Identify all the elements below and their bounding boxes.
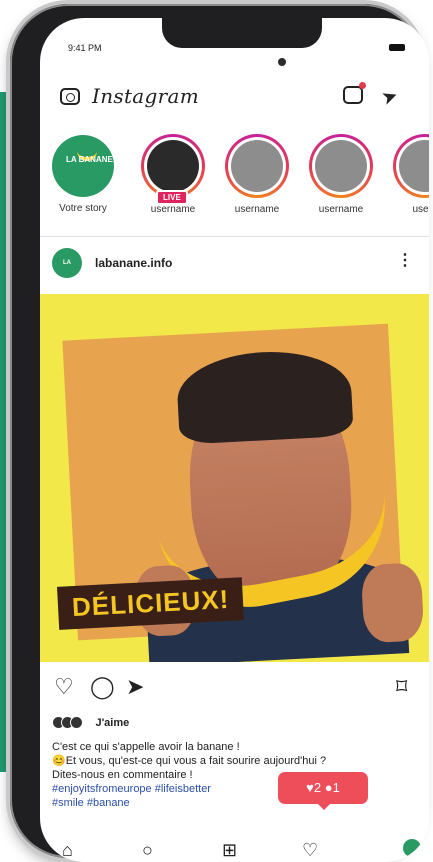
story-name: usern — [412, 204, 429, 215]
front-camera-dot — [278, 58, 286, 66]
activity-notification-bubble[interactable]: ♥2 ●1 — [278, 772, 368, 810]
story-avatar — [147, 140, 199, 192]
more-options-icon[interactable]: ⋮ — [397, 250, 413, 270]
story-ring — [309, 134, 373, 198]
post-avatar[interactable]: LA BANANE — [52, 248, 82, 296]
story-name: username — [150, 204, 196, 215]
story-avatar — [315, 140, 367, 192]
hand-right-shape — [360, 562, 425, 644]
post-username[interactable]: labanane.info — [95, 256, 172, 270]
phone-frame: 9:41 PM Instagram ➤ LA BANANE Votre stor… — [10, 4, 429, 862]
story-inner — [144, 137, 202, 195]
caption-line: 😊Et vous, qu'est-ce qui vous a fait sour… — [52, 755, 327, 767]
igtv-icon[interactable] — [343, 82, 366, 104]
post-image[interactable]: DÉLICIEUX! — [40, 294, 429, 662]
liker-avatar — [70, 716, 83, 730]
caption-line: C'est ce qui s'appelle avoir la banane ! — [52, 741, 240, 753]
activity-icon[interactable]: ♡ — [302, 840, 318, 861]
search-icon[interactable]: ○ — [142, 840, 153, 861]
divider — [40, 236, 429, 237]
comment-icon[interactable]: ◯ — [90, 674, 115, 700]
bottom-nav: ⌂ ○ ⊞ ♡ — [40, 836, 429, 862]
stories-row: LA BANANE Votre story LIVE username user… — [40, 134, 429, 230]
story-live[interactable]: LIVE username — [138, 134, 208, 215]
story-inner — [312, 137, 370, 195]
likes-text[interactable]: J'aime — [95, 717, 129, 729]
phone-screen: 9:41 PM Instagram ➤ LA BANANE Votre stor… — [40, 18, 429, 862]
heart-icon[interactable]: ♡ — [54, 674, 74, 700]
own-story-avatar: LA BANANE — [52, 135, 114, 197]
story-ring — [141, 134, 205, 198]
story-item[interactable]: username — [222, 134, 292, 215]
story-avatar — [399, 140, 429, 192]
story-avatar — [231, 140, 283, 192]
story-name: username — [318, 204, 364, 215]
home-icon[interactable]: ⌂ — [62, 840, 73, 861]
story-item[interactable]: username — [306, 134, 376, 215]
camera-icon[interactable] — [60, 88, 80, 105]
notch — [162, 18, 322, 48]
status-time: 9:41 PM — [68, 43, 102, 53]
hair-shape — [175, 347, 354, 445]
app-title: Instagram — [92, 84, 199, 108]
profile-icon[interactable] — [403, 839, 421, 857]
likes-row: J'aime — [52, 714, 129, 732]
direct-message-icon[interactable]: ➤ — [379, 84, 402, 111]
story-name: Votre story — [59, 203, 107, 214]
story-ring — [393, 134, 429, 198]
story-name: username — [234, 204, 280, 215]
add-post-icon[interactable]: ⊞ — [222, 840, 237, 861]
post-actions: ♡ ◯ ➤ ⌑ — [40, 670, 429, 702]
logo-text: LA BANANE — [66, 155, 113, 164]
live-badge: LIVE — [156, 190, 188, 205]
story-item[interactable]: usern — [390, 134, 429, 215]
story-own[interactable]: LA BANANE Votre story — [48, 134, 118, 214]
bookmark-icon[interactable]: ⌑ — [396, 674, 407, 700]
battery-icon — [389, 44, 405, 51]
top-bar: Instagram ➤ — [40, 78, 429, 118]
share-icon[interactable]: ➤ — [126, 674, 144, 700]
story-ring — [225, 134, 289, 198]
story-inner — [396, 137, 429, 195]
igtv-notification-dot — [359, 82, 366, 89]
post-header: LA BANANE labanane.info ⋮ — [40, 244, 429, 296]
story-inner — [228, 137, 286, 195]
